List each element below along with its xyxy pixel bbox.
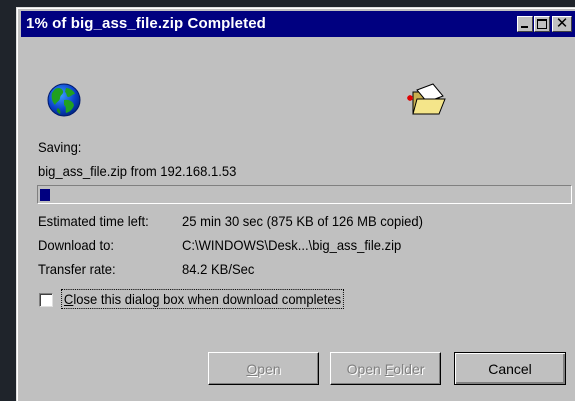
time-left-label: Estimated time left: bbox=[38, 213, 149, 229]
open-button[interactable]: Open bbox=[208, 352, 319, 385]
maximize-button[interactable] bbox=[534, 16, 550, 32]
close-icon: ✕ bbox=[555, 14, 569, 32]
accel-key-c: C bbox=[63, 291, 74, 307]
cancel-button[interactable]: Cancel bbox=[454, 352, 566, 385]
open-button-text: pen bbox=[257, 360, 281, 377]
close-on-complete-text: lose this dialog box when download compl… bbox=[73, 291, 342, 307]
close-button[interactable]: ✕ bbox=[552, 14, 572, 32]
minimize-button[interactable] bbox=[517, 16, 533, 32]
close-on-complete-checkbox[interactable] bbox=[39, 293, 53, 307]
open-folder-button[interactable]: Open Folder bbox=[330, 352, 441, 385]
transfer-rate-value: 84.2 KB/Sec bbox=[182, 261, 255, 277]
close-on-complete-label[interactable]: Close this dialog box when download comp… bbox=[61, 289, 344, 309]
download-progress-bar bbox=[37, 185, 572, 204]
saving-detail: big_ass_file.zip from 192.168.1.53 bbox=[38, 163, 237, 179]
open-folder-icon bbox=[403, 82, 449, 123]
accel-key-f: F bbox=[384, 360, 394, 377]
globe-icon bbox=[46, 82, 82, 123]
open-folder-text-pre: Open bbox=[346, 360, 385, 377]
title-bar[interactable]: 1% of big_ass_file.zip Completed ✕ bbox=[21, 11, 575, 37]
window-title: 1% of big_ass_file.zip Completed bbox=[26, 15, 266, 32]
download-to-value: C:\WINDOWS\Desk...\big_ass_file.zip bbox=[182, 237, 402, 253]
transfer-rate-label: Transfer rate: bbox=[38, 261, 116, 277]
progress-fill bbox=[40, 189, 50, 201]
download-to-label: Download to: bbox=[38, 237, 114, 253]
accel-key-o: O bbox=[246, 360, 258, 377]
time-left-value: 25 min 30 sec (875 KB of 126 MB copied) bbox=[182, 213, 424, 229]
open-folder-text-rest: older bbox=[393, 360, 425, 377]
download-dialog: 1% of big_ass_file.zip Completed ✕ Savin… bbox=[16, 7, 575, 401]
saving-label: Saving: bbox=[38, 139, 82, 155]
